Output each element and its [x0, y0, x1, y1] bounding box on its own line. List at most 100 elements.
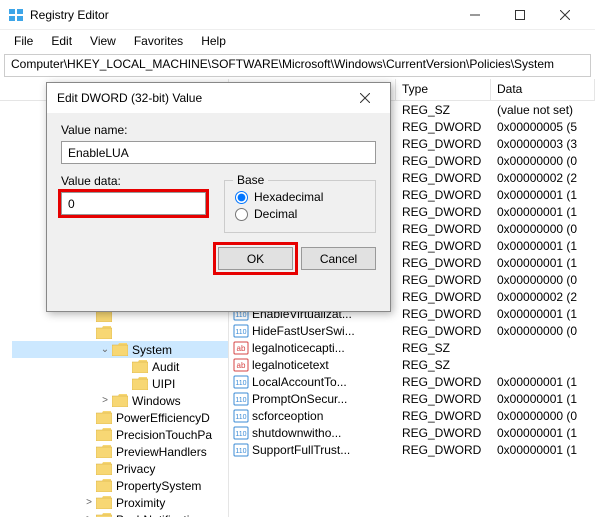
base-group: Base Hexadecimal Decimal [224, 180, 376, 233]
value-data: 0x00000001 (1 [491, 443, 595, 457]
svg-text:110: 110 [235, 312, 246, 319]
tree-item-label: PowerEfficiencyD [116, 411, 210, 425]
list-row[interactable]: 110 SupportFullTrust... REG_DWORD0x0000000… [229, 441, 595, 458]
value-type: REG_DWORD [396, 154, 491, 168]
radio-dec-input[interactable] [235, 208, 248, 221]
value-type: REG_DWORD [396, 188, 491, 202]
list-row[interactable]: 110LocalAccountTo...REG_DWORD0x00000001 … [229, 373, 595, 390]
value-type: REG_DWORD [396, 171, 491, 185]
value-data: 0x00000001 (1 [491, 256, 595, 270]
ok-button[interactable]: OK [218, 247, 293, 270]
value-name: scforceoption [252, 409, 323, 423]
tree-item-label: PushNotifications [116, 513, 209, 517]
value-name: HideFastUserSwi... [252, 324, 355, 338]
minimize-button[interactable] [452, 0, 497, 30]
radio-hex-label: Hexadecimal [254, 190, 323, 204]
tree-item[interactable]: >PushNotifications [12, 511, 228, 517]
titlebar: Registry Editor [0, 0, 595, 30]
value-type: REG_DWORD [396, 324, 491, 338]
tree-item[interactable]: PreviewHandlers [12, 443, 228, 460]
tree-expander-icon[interactable]: ⌄ [98, 344, 112, 355]
folder-icon [96, 445, 112, 458]
menu-help[interactable]: Help [193, 32, 234, 50]
svg-text:110: 110 [235, 448, 246, 455]
reg-value-icon: 110 [233, 408, 249, 424]
tree-item-label: PreviewHandlers [116, 445, 207, 459]
dialog-titlebar[interactable]: Edit DWORD (32-bit) Value [47, 83, 390, 113]
tree-item[interactable]: UIPI [12, 375, 228, 392]
column-type[interactable]: Type [396, 79, 491, 100]
tree-item[interactable]: PrecisionTouchPa [12, 426, 228, 443]
radio-hex-input[interactable] [235, 191, 248, 204]
value-data: 0x00000000 (0 [491, 273, 595, 287]
tree-item-label: System [132, 343, 172, 357]
dialog-close-button[interactable] [350, 83, 380, 113]
folder-icon [112, 343, 128, 356]
value-data: 0x00000000 (0 [491, 222, 595, 236]
reg-value-icon: ab [233, 340, 249, 356]
folder-icon [132, 377, 148, 390]
value-type: REG_DWORD [396, 307, 491, 321]
menu-file[interactable]: File [6, 32, 41, 50]
list-row[interactable]: 110PromptOnSecur...REG_DWORD0x00000001 (… [229, 390, 595, 407]
reg-value-icon: 110 [233, 442, 249, 458]
address-bar[interactable]: Computer\HKEY_LOCAL_MACHINE\SOFTWARE\Mic… [4, 54, 591, 77]
value-data: 0x00000000 (0 [491, 154, 595, 168]
value-type: REG_DWORD [396, 256, 491, 270]
list-row[interactable]: 110shutdownwitho...REG_DWORD0x00000001 (… [229, 424, 595, 441]
reg-value-icon: 110 [233, 374, 249, 390]
window-title: Registry Editor [30, 8, 452, 22]
list-row[interactable]: 110scforceoptionREG_DWORD0x00000000 (0 [229, 407, 595, 424]
menu-view[interactable]: View [82, 32, 124, 50]
tree-item[interactable]: PowerEfficiencyD [12, 409, 228, 426]
radio-decimal[interactable]: Decimal [235, 207, 365, 221]
value-type: REG_DWORD [396, 392, 491, 406]
tree-expander-icon[interactable]: > [98, 395, 112, 406]
reg-value-icon: 110 [233, 425, 249, 441]
tree-item[interactable]: PropertySystem [12, 477, 228, 494]
value-name-label: Value name: [61, 123, 376, 137]
list-row[interactable]: ablegalnoticetextREG_SZ [229, 356, 595, 373]
menu-favorites[interactable]: Favorites [126, 32, 191, 50]
close-button[interactable] [542, 0, 587, 30]
menu-edit[interactable]: Edit [43, 32, 80, 50]
folder-icon [96, 479, 112, 492]
value-name: legalnoticecapti... [252, 341, 345, 355]
tree-item[interactable]: >Windows [12, 392, 228, 409]
value-name: SupportFullTrust... [252, 443, 350, 457]
cancel-button[interactable]: Cancel [301, 247, 376, 270]
value-data: 0x00000001 (1 [491, 188, 595, 202]
tree-expander-icon[interactable]: > [82, 497, 96, 508]
value-data: 0x00000002 (2 [491, 171, 595, 185]
value-name-input[interactable] [61, 141, 376, 164]
edit-dword-dialog: Edit DWORD (32-bit) Value Value name: Va… [46, 82, 391, 312]
value-name: LocalAccountTo... [252, 375, 347, 389]
list-row[interactable]: ablegalnoticecapti...REG_SZ [229, 339, 595, 356]
value-data: 0x00000001 (1 [491, 375, 595, 389]
tree-item[interactable]: >Proximity [12, 494, 228, 511]
svg-text:110: 110 [235, 431, 246, 438]
folder-icon [96, 411, 112, 424]
tree-item-label: PrecisionTouchPa [116, 428, 212, 442]
dialog-title: Edit DWORD (32-bit) Value [57, 91, 350, 105]
folder-icon [96, 326, 112, 339]
tree-item[interactable] [12, 324, 228, 341]
maximize-button[interactable] [497, 0, 542, 30]
value-data-input[interactable] [61, 192, 206, 215]
tree-item[interactable]: Audit [12, 358, 228, 375]
folder-icon [96, 428, 112, 441]
value-data: 0x00000001 (1 [491, 239, 595, 253]
radio-hexadecimal[interactable]: Hexadecimal [235, 190, 365, 204]
base-group-title: Base [233, 173, 268, 187]
value-name: PromptOnSecur... [252, 392, 347, 406]
folder-icon [112, 394, 128, 407]
tree-item[interactable]: Privacy [12, 460, 228, 477]
tree-item[interactable]: ⌄ System [12, 341, 228, 358]
value-type: REG_DWORD [396, 137, 491, 151]
value-type: REG_DWORD [396, 443, 491, 457]
column-data[interactable]: Data [491, 79, 595, 100]
list-row[interactable]: 110HideFastUserSwi...REG_DWORD0x00000000… [229, 322, 595, 339]
value-type: REG_DWORD [396, 205, 491, 219]
tree-item-label: Audit [152, 360, 179, 374]
svg-text:110: 110 [235, 397, 246, 404]
